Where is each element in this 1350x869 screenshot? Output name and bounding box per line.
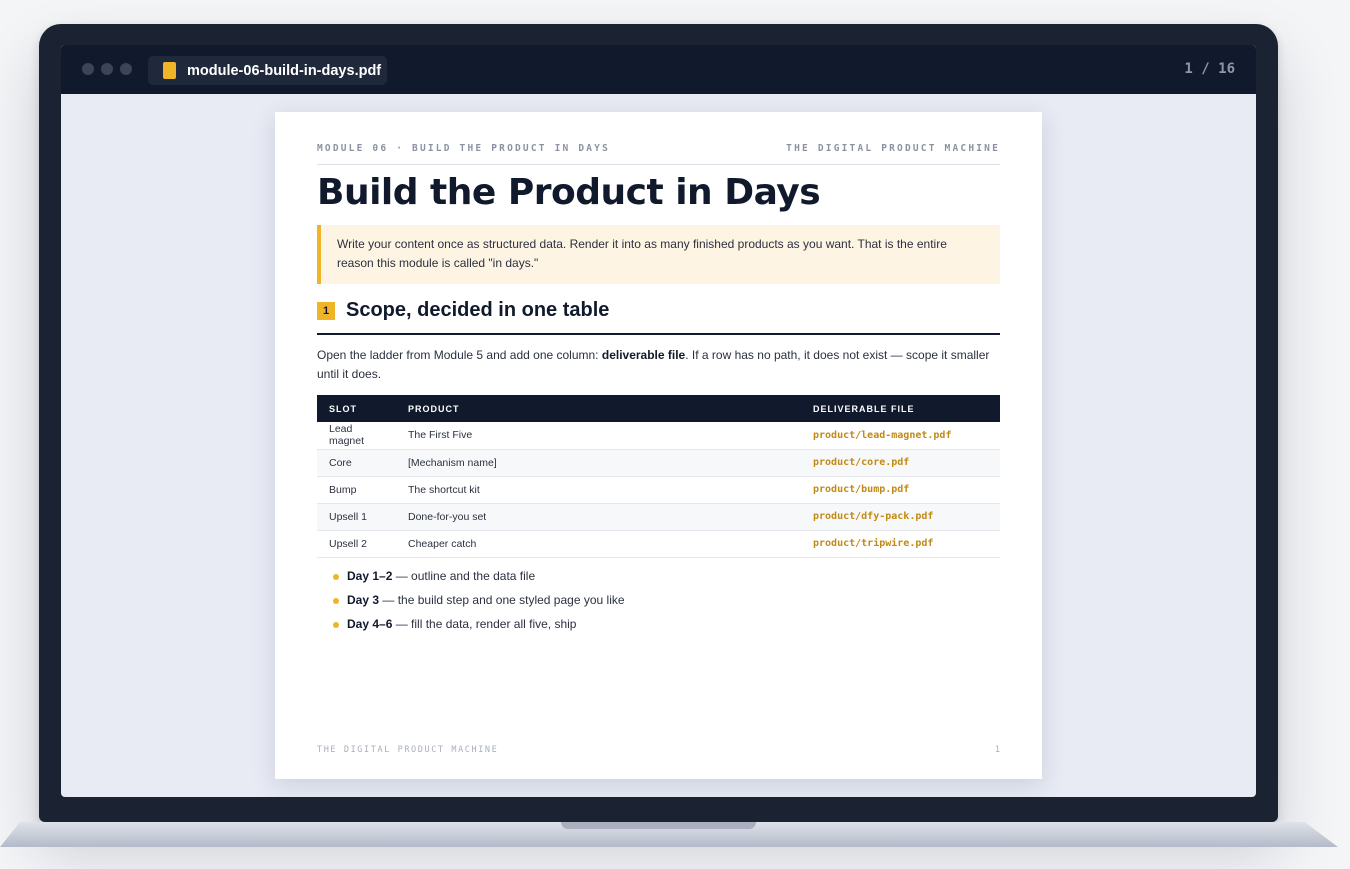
page-title: Build the Product in Days <box>317 172 821 213</box>
viewer-screen: module-06-build-in-days.pdf 1 / 16 MODUL… <box>61 45 1256 797</box>
viewer-toolbar: module-06-build-in-days.pdf 1 / 16 <box>61 45 1256 94</box>
bullet-dot-icon <box>333 574 339 580</box>
file-tab[interactable]: module-06-build-in-days.pdf <box>148 56 387 85</box>
cell-slot: Bump <box>317 476 396 504</box>
cell-slot: Core <box>317 449 396 477</box>
para-text-before: Open the ladder from Module 5 and add on… <box>317 348 602 362</box>
file-name: module-06-build-in-days.pdf <box>187 62 382 79</box>
minimize-window-dot[interactable] <box>101 63 113 75</box>
window-controls <box>82 63 132 75</box>
footer-page-number: 1 <box>994 745 1000 755</box>
bullet-dot-icon <box>333 598 339 604</box>
bullet-dot-icon <box>333 622 339 628</box>
callout-box: Write your content once as structured da… <box>317 225 1000 284</box>
intro-paragraph: Open the ladder from Module 5 and add on… <box>317 346 1000 384</box>
cell-file: product/tripwire.pdf <box>801 530 1000 558</box>
table-row: Upsell 1 Done-for-you set product/dfy-pa… <box>317 503 1000 531</box>
section-heading: 1 Scope, decided in one table <box>317 299 1000 335</box>
list-item-bold: Day 3 <box>347 593 380 607</box>
list-item-text: — the build step and one styled page you… <box>379 593 625 607</box>
cell-product: Done-for-you set <box>396 503 801 531</box>
list-item-text: — outline and the data file <box>392 569 536 583</box>
deliverables-table: SLOT PRODUCT DELIVERABLE FILE Lead magne… <box>317 395 1000 558</box>
cell-file: product/dfy-pack.pdf <box>801 503 1000 531</box>
section-number-badge: 1 <box>317 302 335 320</box>
cell-file: product/lead-magnet.pdf <box>801 422 1000 450</box>
page-footer: THE DIGITAL PRODUCT MACHINE 1 <box>317 745 1000 755</box>
header-course-label: THE DIGITAL PRODUCT MACHINE <box>786 143 1000 154</box>
cell-file: product/bump.pdf <box>801 476 1000 504</box>
table-row: Lead magnet The First Five product/lead-… <box>317 422 1000 450</box>
page-header: MODULE 06 · BUILD THE PRODUCT IN DAYS TH… <box>317 143 1000 165</box>
cell-slot: Upsell 1 <box>317 503 396 531</box>
maximize-window-dot[interactable] <box>120 63 132 75</box>
schedule-list: Day 1–2 — outline and the data file Day … <box>331 568 625 640</box>
table-header-row: SLOT PRODUCT DELIVERABLE FILE <box>317 395 1000 422</box>
column-header-product: PRODUCT <box>396 395 801 422</box>
column-header-file: DELIVERABLE FILE <box>801 395 1000 422</box>
laptop-frame: module-06-build-in-days.pdf 1 / 16 MODUL… <box>39 24 1278 822</box>
list-item: Day 1–2 — outline and the data file <box>331 568 625 592</box>
table-row: Upsell 2 Cheaper catch product/tripwire.… <box>317 530 1000 558</box>
cell-product: The First Five <box>396 422 801 450</box>
cell-slot: Lead magnet <box>317 422 396 450</box>
table-row: Bump The shortcut kit product/bump.pdf <box>317 476 1000 504</box>
column-header-slot: SLOT <box>317 395 396 422</box>
cell-slot: Upsell 2 <box>317 530 396 558</box>
header-module-label: MODULE 06 · BUILD THE PRODUCT IN DAYS <box>317 143 611 154</box>
list-item: Day 4–6 — fill the data, render all five… <box>331 616 625 640</box>
footer-course-label: THE DIGITAL PRODUCT MACHINE <box>317 745 499 755</box>
page-counter: 1 / 16 <box>1184 61 1235 77</box>
laptop-notch <box>561 822 756 829</box>
section-title: Scope, decided in one table <box>346 299 610 321</box>
cell-product: Cheaper catch <box>396 530 801 558</box>
list-item-text: — fill the data, render all five, ship <box>392 617 577 631</box>
list-item: Day 3 — the build step and one styled pa… <box>331 592 625 616</box>
cell-product: [Mechanism name] <box>396 449 801 477</box>
table-row: Core [Mechanism name] product/core.pdf <box>317 449 1000 477</box>
para-bold: deliverable file <box>601 348 686 362</box>
cell-product: The shortcut kit <box>396 476 801 504</box>
close-window-dot[interactable] <box>82 63 94 75</box>
pdf-file-icon <box>163 62 176 79</box>
cell-file: product/core.pdf <box>801 449 1000 477</box>
document-page: MODULE 06 · BUILD THE PRODUCT IN DAYS TH… <box>275 112 1042 779</box>
list-item-bold: Day 4–6 <box>347 617 393 631</box>
list-item-bold: Day 1–2 <box>347 569 393 583</box>
